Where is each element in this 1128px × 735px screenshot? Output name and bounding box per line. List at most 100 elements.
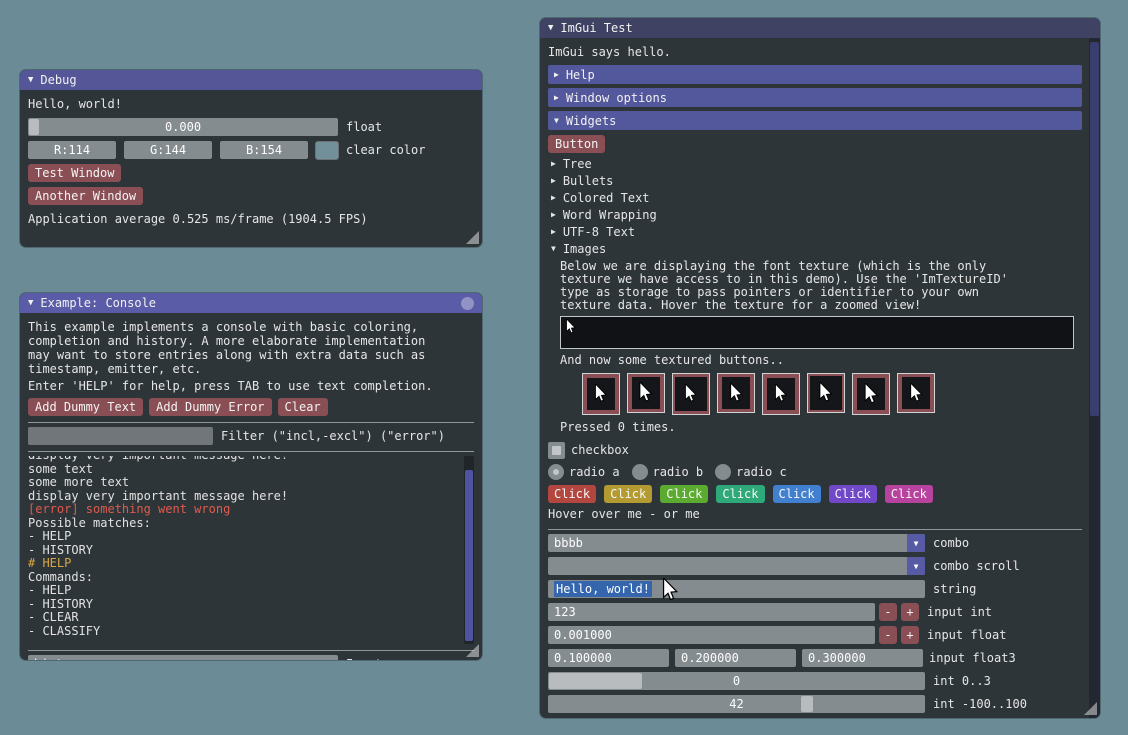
color-b-input[interactable]: B:154 [220,141,308,159]
test-window-button[interactable]: Test Window [28,164,121,182]
tree-node-label: Images [563,242,606,256]
header-window-options[interactable]: ▶ Window options [548,88,1082,107]
cursor-arrow-icon [638,382,654,404]
color-g-input[interactable]: G:144 [124,141,212,159]
textured-image-button[interactable] [762,373,800,415]
tree-node-bullets[interactable]: ▶Bullets [548,173,1082,189]
click-button-6[interactable]: Click [829,485,877,503]
click-button-2[interactable]: Click [604,485,652,503]
int-slider-100[interactable]: 42 [548,695,925,713]
scrollbar-grab[interactable] [1090,42,1099,416]
hover-tooltip-text[interactable]: Hover over me - or me [548,507,1082,523]
add-dummy-error-button[interactable]: Add Dummy Error [149,398,271,416]
header-widgets[interactable]: ▼ Widgets [548,111,1082,130]
radio-a[interactable] [548,464,564,480]
debug-window: ▼ Debug Hello, world! 0.000 float R:114 … [20,70,482,247]
texture-thumb [810,376,842,410]
another-window-button[interactable]: Another Window [28,187,143,205]
tree-node-tree[interactable]: ▶Tree [548,156,1082,172]
collapse-arrow-icon[interactable]: ▼ [28,299,33,308]
resize-grip[interactable] [466,644,479,657]
textured-image-button[interactable] [717,373,755,413]
combo-arrow-button[interactable]: ▼ [907,534,925,552]
click-button-7[interactable]: Click [885,485,933,503]
float3-input-x[interactable]: 0.100000 [548,649,669,667]
cursor-arrow-icon [729,383,744,404]
tree-node-images[interactable]: ▼ Images [548,241,1082,257]
console-titlebar[interactable]: ▼ Example: Console [20,293,482,313]
add-dummy-text-button[interactable]: Add Dummy Text [28,398,143,416]
font-texture-image[interactable]: úCfì·(ü){]‖X¾/BÑ©ÙÒóÄÅÅÄÖ/X½ùÛZS&££/å|èb… [560,316,1074,349]
combo-arrow-button[interactable]: ▼ [907,557,925,575]
click-button-3[interactable]: Click [660,485,708,503]
scrollbar-grab[interactable] [465,470,473,641]
int-input[interactable]: 123 [548,603,875,621]
float3-input-z[interactable]: 0.300000 [802,649,923,667]
log-line: - HISTORY [28,598,460,612]
chevron-right-icon: ▶ [554,71,559,79]
debug-titlebar[interactable]: ▼ Debug [20,70,482,90]
color-swatch[interactable] [316,142,338,159]
header-help[interactable]: ▶ Help [548,65,1082,84]
console-log-region[interactable]: display very important message here! som… [28,456,474,644]
tree-node-word-wrapping[interactable]: ▶Word Wrapping [548,207,1082,223]
combo-scroll-box[interactable]: ▼ [548,557,925,575]
close-button[interactable] [461,297,474,310]
plus-button[interactable]: + [901,626,919,644]
float3-y-value: 0.200000 [675,651,739,665]
filter-input[interactable] [28,427,213,445]
int-input-value: 123 [548,605,576,619]
collapse-arrow-icon[interactable]: ▼ [28,76,33,85]
log-line: - HISTORY [28,544,460,558]
minus-button[interactable]: - [879,603,897,621]
textured-image-button[interactable] [582,373,620,415]
click-button-1[interactable]: Click [548,485,596,503]
tree-node-utf8[interactable]: ▶UTF-8 Text [548,224,1082,240]
string-input[interactable]: Hello, world! [548,580,925,598]
combo-box[interactable]: bbbb ▼ [548,534,925,552]
slider-value: 0.000 [28,120,338,134]
clear-color-label: clear color [346,143,425,157]
button-widget[interactable]: Button [548,135,605,153]
resize-grip[interactable] [466,231,479,244]
separator [548,529,1082,530]
collapse-arrow-icon[interactable]: ▼ [548,24,553,33]
int-slider-0-3[interactable]: 0 [548,672,925,690]
log-scrollbar[interactable] [464,456,474,644]
combo-label: combo [933,536,969,550]
click-button-4[interactable]: Click [716,485,764,503]
chevron-down-icon: ▼ [551,245,556,253]
textured-image-button[interactable] [627,373,665,413]
checkbox-widget[interactable] [548,442,565,459]
clear-button[interactable]: Clear [278,398,328,416]
slider-value: 0 [548,674,925,688]
console-command-input[interactable]: hist [28,655,338,660]
log-line: - HELP [28,584,460,598]
textured-image-button[interactable] [807,373,845,413]
minus-button[interactable]: - [879,626,897,644]
slider-value: 42 [548,697,925,711]
radio-b[interactable] [632,464,648,480]
color-r-input[interactable]: R:114 [28,141,116,159]
texture-thumb [587,378,615,410]
textured-image-button[interactable] [672,373,710,415]
console-intro-line: may want to store entries along with ext… [28,348,474,362]
test-titlebar[interactable]: ▼ ImGui Test [540,18,1100,38]
float3-label: input float3 [929,651,1016,665]
tree-node-colored-text[interactable]: ▶Colored Text [548,190,1082,206]
float-input[interactable]: 0.001000 [548,626,875,644]
resize-grip[interactable] [1084,702,1097,715]
textured-image-button[interactable] [897,373,935,413]
int-slider-100-label: int -100..100 [933,697,1027,711]
chevron-right-icon: ▶ [551,160,556,168]
texture-thumb [722,377,750,409]
radio-c[interactable] [715,464,731,480]
window-scrollbar[interactable] [1089,38,1100,718]
textured-image-button[interactable] [852,373,890,415]
float3-input-y[interactable]: 0.200000 [675,649,796,667]
checkbox-label: checkbox [571,443,629,457]
header-label: Widgets [566,114,617,128]
click-button-5[interactable]: Click [773,485,821,503]
float-slider[interactable]: 0.000 [28,118,338,136]
plus-button[interactable]: + [901,603,919,621]
